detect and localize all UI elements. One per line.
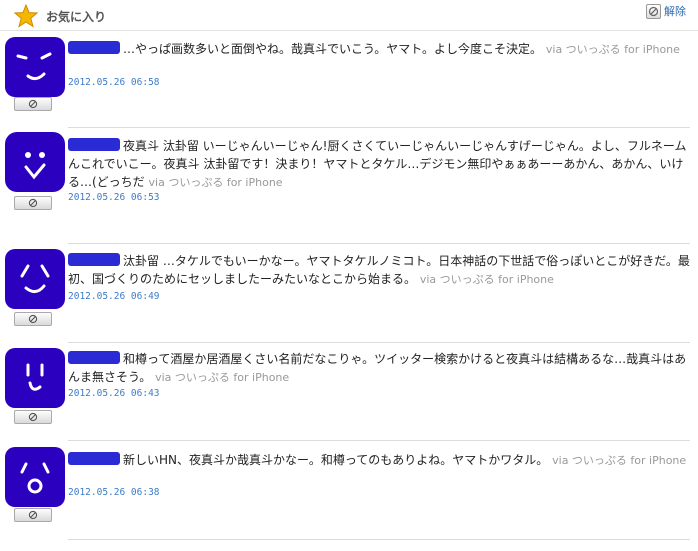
unfavorite-button[interactable] <box>14 508 52 522</box>
timestamp[interactable]: 2012.05.26 06:38 <box>68 487 160 498</box>
unfavorite-button[interactable] <box>14 196 52 210</box>
tweet-divider <box>68 440 690 441</box>
avatar[interactable] <box>4 347 66 409</box>
cancel-icon <box>28 314 38 324</box>
via-client[interactable]: via ついっぷる for iPhone <box>552 454 686 467</box>
cancel-icon <box>28 99 38 109</box>
header-divider <box>0 30 698 31</box>
username[interactable] <box>68 138 120 151</box>
unfavorite-button[interactable] <box>14 410 52 424</box>
username[interactable] <box>68 253 120 266</box>
tweet-divider <box>68 127 690 128</box>
tweet-divider <box>68 342 690 343</box>
tweet-text: 和樽って酒屋か居酒屋くさい名前だなこりゃ。ツイッター検索かけると夜真斗は結構ある… <box>68 350 690 387</box>
cancel-icon <box>646 3 661 19</box>
cancel-icon <box>28 510 38 520</box>
via-client[interactable]: via ついっぷる for iPhone <box>546 43 680 56</box>
unfavorite-button[interactable] <box>14 97 52 111</box>
via-client[interactable]: via ついっぷる for iPhone <box>149 176 283 189</box>
tweet-divider <box>68 539 690 540</box>
tweet-text: 新しいHN、夜真斗か哉真斗かなー。和樽ってのもありよね。ヤマトかワタル。 via… <box>68 451 690 470</box>
avatar[interactable] <box>4 36 66 98</box>
username[interactable] <box>68 351 120 364</box>
avatar[interactable] <box>4 446 66 508</box>
tweet-body: 新しいHN、夜真斗か哉真斗かなー。和樽ってのもありよね。ヤマトかワタル。 <box>123 453 549 467</box>
timestamp[interactable]: 2012.05.26 06:53 <box>68 192 160 203</box>
unfavorite-all-button[interactable]: 解除 <box>646 3 686 19</box>
favorites-header: お気に入り 解除 <box>0 0 698 30</box>
cancel-icon <box>28 198 38 208</box>
tweet-body: 汰卦留 …タケルでもいーかなー。ヤマトタケルノミコト。日本神話の下世話で俗っぽい… <box>68 254 690 286</box>
tweet-divider <box>68 243 690 244</box>
cancel-icon <box>28 412 38 422</box>
tweet-body: …やっぱ画数多いと面倒やね。哉真斗でいこう。ヤマト。よし今度こそ決定。 <box>123 42 543 56</box>
tweet-text: 夜真斗 汰卦留 いーじゃんいーじゃん!厨くさくていーじゃんいーじゃんすげーじゃん… <box>68 137 690 192</box>
tweet-text: 汰卦留 …タケルでもいーかなー。ヤマトタケルノミコト。日本神話の下世話で俗っぽい… <box>68 252 690 289</box>
unfavorite-label: 解除 <box>664 5 686 18</box>
username[interactable] <box>68 41 120 54</box>
tweet-text: …やっぱ画数多いと面倒やね。哉真斗でいこう。ヤマト。よし今度こそ決定。 via … <box>68 40 690 59</box>
timestamp[interactable]: 2012.05.26 06:58 <box>68 77 160 88</box>
avatar[interactable] <box>4 248 66 310</box>
star-icon <box>13 3 39 28</box>
avatar[interactable] <box>4 131 66 193</box>
timestamp[interactable]: 2012.05.26 06:43 <box>68 388 160 399</box>
unfavorite-button[interactable] <box>14 312 52 326</box>
timestamp[interactable]: 2012.05.26 06:49 <box>68 291 160 302</box>
via-client[interactable]: via ついっぷる for iPhone <box>155 371 289 384</box>
via-client[interactable]: via ついっぷる for iPhone <box>420 273 554 286</box>
username[interactable] <box>68 452 120 465</box>
page-title: お気に入り <box>46 10 107 24</box>
